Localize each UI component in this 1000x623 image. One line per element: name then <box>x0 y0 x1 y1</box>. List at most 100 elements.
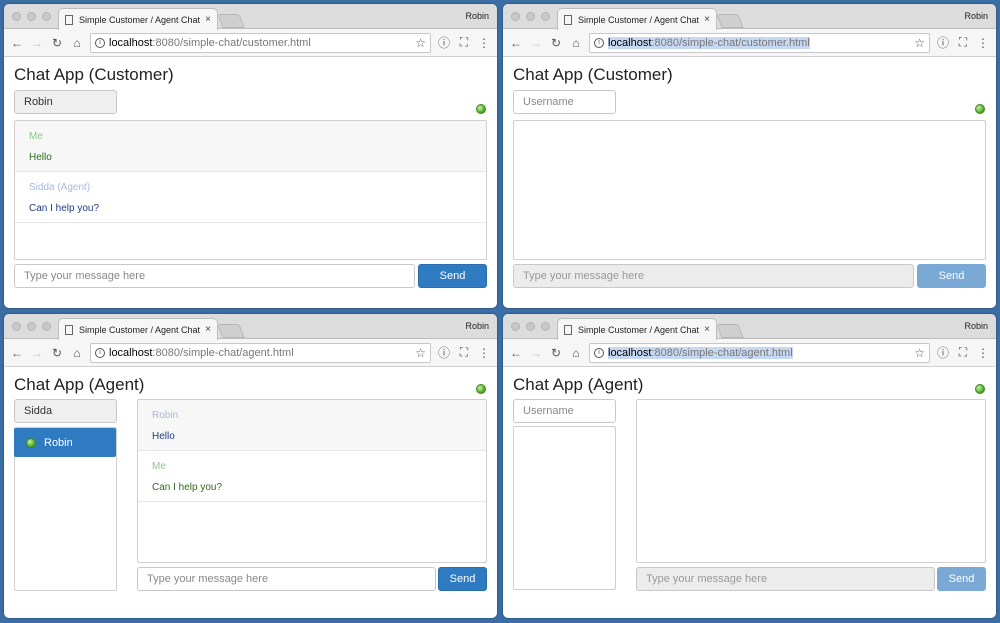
info-icon[interactable]: i <box>95 37 105 48</box>
forward-icon[interactable]: → <box>529 36 543 50</box>
menu-icon[interactable]: ⋮ <box>477 36 491 50</box>
home-icon[interactable]: ⌂ <box>569 36 583 50</box>
page-content: Chat App (Customer) Username Type your m… <box>503 57 996 307</box>
profile-name[interactable]: Robin <box>964 321 988 331</box>
page-info-icon[interactable]: ⓘ <box>437 344 451 361</box>
username-input[interactable]: Sidda <box>14 399 117 423</box>
forward-icon[interactable]: → <box>30 36 44 50</box>
browser-tab[interactable]: Simple Customer / Agent Chat × <box>58 8 218 30</box>
message-item: Me Hello <box>15 121 486 172</box>
new-tab-button[interactable] <box>217 324 245 338</box>
nav-bar: ← → ↻ ⌂ i localhost:8080/simple-chat/cus… <box>503 29 996 57</box>
info-icon[interactable]: i <box>95 347 105 358</box>
new-tab-button[interactable] <box>716 14 744 28</box>
bookmark-star-icon[interactable]: ☆ <box>415 346 426 360</box>
message-input[interactable]: Type your message here <box>137 567 436 591</box>
zoom-window-button[interactable] <box>42 322 51 331</box>
menu-icon[interactable]: ⋮ <box>477 346 491 360</box>
fullscreen-icon[interactable]: ⛶ <box>956 35 970 50</box>
send-button[interactable]: Send <box>937 567 986 591</box>
home-icon[interactable]: ⌂ <box>70 36 84 50</box>
message-input[interactable]: Type your message here <box>636 567 935 591</box>
back-icon[interactable]: ← <box>509 346 523 360</box>
browser-tab[interactable]: Simple Customer / Agent Chat × <box>58 318 218 340</box>
bookmark-star-icon[interactable]: ☆ <box>914 346 925 360</box>
bookmark-star-icon[interactable]: ☆ <box>415 36 426 50</box>
fullscreen-icon[interactable]: ⛶ <box>457 35 471 50</box>
browser-tab[interactable]: Simple Customer / Agent Chat × <box>557 8 717 30</box>
close-window-button[interactable] <box>511 322 520 331</box>
send-button[interactable]: Send <box>418 264 487 288</box>
page-title: Chat App (Agent) <box>513 375 644 394</box>
minimize-window-button[interactable] <box>526 12 535 21</box>
close-window-button[interactable] <box>12 322 21 331</box>
reload-icon[interactable]: ↻ <box>50 346 64 360</box>
profile-name[interactable]: Robin <box>465 11 489 21</box>
online-status-icon <box>975 104 985 114</box>
close-window-button[interactable] <box>511 12 520 21</box>
page-content: Chat App (Agent) Username Type your mess… <box>503 367 996 617</box>
home-icon[interactable]: ⌂ <box>70 346 84 360</box>
info-icon[interactable]: i <box>594 37 604 48</box>
fullscreen-icon[interactable]: ⛶ <box>457 345 471 360</box>
reload-icon[interactable]: ↻ <box>549 36 563 50</box>
address-bar[interactable]: i localhost:8080/simple-chat/customer.ht… <box>90 32 431 53</box>
message-item: Robin Hello <box>138 400 486 451</box>
address-bar[interactable]: i localhost:8080/simple-chat/customer.ht… <box>589 32 930 53</box>
message-input[interactable]: Type your message here <box>513 264 914 288</box>
send-button[interactable]: Send <box>438 567 487 591</box>
customer-list-item[interactable]: Robin <box>14 428 116 457</box>
forward-icon[interactable]: → <box>30 346 44 360</box>
message-input[interactable]: Type your message here <box>14 264 415 288</box>
page-title: Chat App (Customer) <box>513 65 673 84</box>
menu-icon[interactable]: ⋮ <box>976 346 990 360</box>
document-icon <box>65 324 73 335</box>
forward-icon[interactable]: → <box>529 346 543 360</box>
tab-bar: Simple Customer / Agent Chat × Robin <box>503 314 996 340</box>
info-icon[interactable]: i <box>594 347 604 358</box>
fullscreen-icon[interactable]: ⛶ <box>956 345 970 360</box>
close-tab-icon[interactable]: × <box>704 14 710 25</box>
back-icon[interactable]: ← <box>10 346 24 360</box>
reload-icon[interactable]: ↻ <box>50 36 64 50</box>
browser-tab[interactable]: Simple Customer / Agent Chat × <box>557 318 717 340</box>
page-content: Chat App (Agent) Sidda Robin Robin Hello… <box>4 367 497 617</box>
back-icon[interactable]: ← <box>509 36 523 50</box>
reload-icon[interactable]: ↻ <box>549 346 563 360</box>
new-tab-button[interactable] <box>716 324 744 338</box>
page-title: Chat App (Agent) <box>14 375 145 394</box>
page-info-icon[interactable]: ⓘ <box>437 34 451 51</box>
close-tab-icon[interactable]: × <box>205 14 211 25</box>
online-status-icon <box>476 104 486 114</box>
send-button[interactable]: Send <box>917 264 986 288</box>
page-info-icon[interactable]: ⓘ <box>936 344 950 361</box>
profile-name[interactable]: Robin <box>465 321 489 331</box>
bookmark-star-icon[interactable]: ☆ <box>914 36 925 50</box>
browser-window-agent-empty: Simple Customer / Agent Chat × Robin ← → … <box>503 314 996 618</box>
minimize-window-button[interactable] <box>27 12 36 21</box>
address-bar[interactable]: i localhost:8080/simple-chat/agent.html … <box>90 342 431 363</box>
username-input[interactable]: Username <box>513 399 616 423</box>
minimize-window-button[interactable] <box>526 322 535 331</box>
address-bar[interactable]: i localhost:8080/simple-chat/agent.html … <box>589 342 930 363</box>
message-item: Sidda (Agent) Can I help you? <box>15 172 486 223</box>
back-icon[interactable]: ← <box>10 36 24 50</box>
message-list <box>513 120 986 260</box>
browser-window-agent-active: Simple Customer / Agent Chat × Robin ← → … <box>4 314 497 618</box>
document-icon <box>65 14 73 25</box>
minimize-window-button[interactable] <box>27 322 36 331</box>
new-tab-button[interactable] <box>217 14 245 28</box>
profile-name[interactable]: Robin <box>964 11 988 21</box>
tab-bar: Simple Customer / Agent Chat × Robin <box>4 314 497 340</box>
page-info-icon[interactable]: ⓘ <box>936 34 950 51</box>
close-tab-icon[interactable]: × <box>205 324 211 335</box>
close-window-button[interactable] <box>12 12 21 21</box>
close-tab-icon[interactable]: × <box>704 324 710 335</box>
zoom-window-button[interactable] <box>541 12 550 21</box>
home-icon[interactable]: ⌂ <box>569 346 583 360</box>
zoom-window-button[interactable] <box>42 12 51 21</box>
username-input[interactable]: Username <box>513 90 616 114</box>
username-input[interactable]: Robin <box>14 90 117 114</box>
zoom-window-button[interactable] <box>541 322 550 331</box>
menu-icon[interactable]: ⋮ <box>976 36 990 50</box>
